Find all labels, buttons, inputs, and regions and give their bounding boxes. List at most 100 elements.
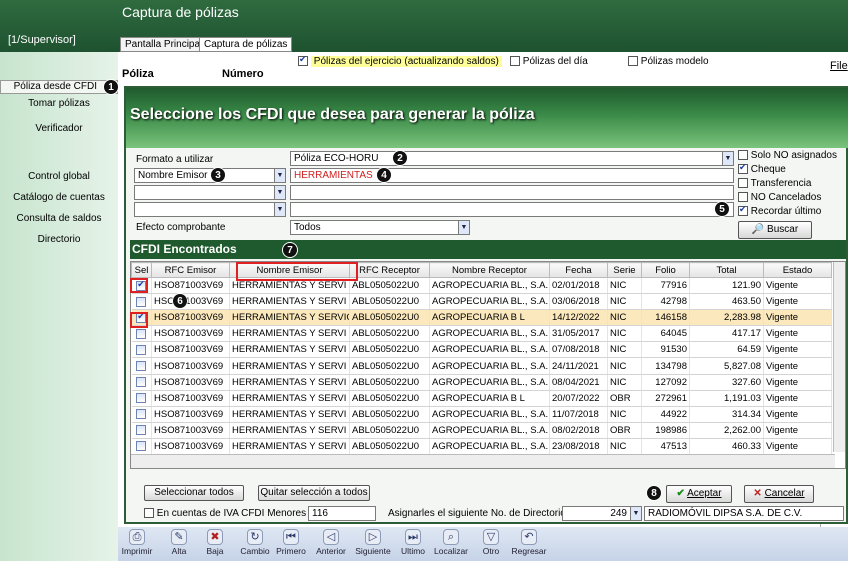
select-all-button[interactable]: Seleccionar todos bbox=[144, 485, 244, 501]
filter-dia[interactable]: Pólizas del día bbox=[510, 56, 588, 67]
dialog-header: Seleccione los CFDI que desea para gener… bbox=[126, 88, 848, 148]
table-row[interactable]: HSO871003V69HERRAMIENTAS Y SERVIABL05050… bbox=[131, 422, 832, 439]
sidebar-item-tomar-polizas[interactable]: Tomar pólizas bbox=[0, 98, 118, 109]
efecto-select[interactable]: Todos ▼ bbox=[290, 220, 470, 235]
table-row[interactable]: HSO871003V69HERRAMIENTAS Y SERVICIABL050… bbox=[131, 309, 832, 327]
iva-option[interactable]: En cuentas de IVA CFDI Menores a: bbox=[144, 508, 317, 519]
cell-nombre-receptor: AGROPECUARIA BL., S.A. bbox=[429, 357, 550, 375]
ultimo-button[interactable]: ⏭ Ultimo bbox=[394, 529, 432, 556]
aceptar-button[interactable]: ✔ Aceptar bbox=[666, 485, 732, 503]
cell-estado: Vigente bbox=[763, 438, 832, 456]
cell-folio: 44922 bbox=[641, 406, 690, 423]
cambio-button[interactable]: ↻ Cambio bbox=[236, 529, 274, 556]
filter-value-input-1[interactable]: HERRAMIENTAS bbox=[290, 168, 734, 183]
column-header-nombre-receptor[interactable]: Nombre Receptor bbox=[429, 262, 550, 278]
chevron-down-icon: ▼ bbox=[274, 186, 285, 199]
table-row[interactable]: HSO871003V69HERRAMIENTAS Y SERVIABL05050… bbox=[131, 293, 832, 311]
table-row[interactable]: HSO871003V69HERRAMIENTAS Y SERVIABL05050… bbox=[131, 390, 832, 407]
row-select-cell[interactable] bbox=[131, 293, 152, 311]
step-badge-4: 4 bbox=[376, 167, 392, 183]
filter-icon: ▽ bbox=[483, 529, 499, 545]
file-menu[interactable]: File bbox=[830, 60, 848, 72]
row-select-cell[interactable] bbox=[131, 390, 152, 407]
row-select-cell[interactable] bbox=[131, 341, 152, 359]
column-header-sel[interactable]: Sel bbox=[131, 262, 152, 278]
sidebar-item-control-global[interactable]: Control global bbox=[0, 171, 118, 182]
table-row[interactable]: HSO871003V69HERRAMIENTAS Y SERVIABL05050… bbox=[131, 374, 832, 391]
row-select-cell[interactable] bbox=[131, 406, 152, 423]
row-select-cell[interactable] bbox=[131, 438, 152, 456]
printer-icon: ⎙ bbox=[129, 529, 145, 545]
column-header-total[interactable]: Total bbox=[689, 262, 764, 278]
row-select-cell[interactable] bbox=[131, 422, 152, 439]
deselect-all-button[interactable]: Quitar selección a todos bbox=[258, 485, 370, 501]
vertical-scrollbar[interactable] bbox=[833, 262, 845, 452]
table-row[interactable]: HSO871003V69HERRAMIENTAS Y SERVIABL05050… bbox=[131, 438, 832, 456]
back-icon: ↶ bbox=[521, 529, 537, 545]
column-header-rfc-emisor[interactable]: RFC Emisor bbox=[151, 262, 230, 278]
table-row[interactable]: HSO871003V69HERRAMIENTAS Y SERVIABL05050… bbox=[131, 406, 832, 423]
app-header: Captura de pólizas [1/Supervisor] Pantal… bbox=[0, 0, 848, 52]
sidebar-item-verificador[interactable]: Verificador bbox=[0, 123, 118, 134]
filter-value-input-3[interactable] bbox=[290, 202, 734, 217]
column-header-serie[interactable]: Serie bbox=[607, 262, 642, 278]
row-select-checkbox[interactable] bbox=[136, 441, 147, 452]
cancelar-button[interactable]: ✕ Cancelar bbox=[744, 485, 814, 503]
row-select-checkbox[interactable] bbox=[136, 328, 147, 339]
cell-serie: NIC bbox=[607, 406, 642, 423]
option-no-cancelados[interactable]: NO Cancelados bbox=[738, 192, 821, 203]
localizar-button[interactable]: ⌕ Localizar bbox=[432, 529, 470, 556]
cell-total: 64.59 bbox=[689, 341, 764, 359]
filter-ejercicio[interactable]: Pólizas del ejercicio (actualizando sald… bbox=[298, 54, 502, 67]
column-header-folio[interactable]: Folio bbox=[641, 262, 690, 278]
filter-modelo[interactable]: Pólizas modelo bbox=[628, 56, 709, 67]
row-select-checkbox[interactable] bbox=[136, 409, 147, 420]
sidebar-item-catalogo[interactable]: Catálogo de cuentas bbox=[0, 192, 118, 203]
row-select-cell[interactable] bbox=[131, 325, 152, 343]
cell-serie: OBR bbox=[607, 390, 642, 407]
option-recordar-ultimo[interactable]: Recordar último bbox=[738, 204, 821, 217]
sidebar-item-poliza-cfdi[interactable]: Póliza desde CFDI bbox=[0, 80, 118, 94]
cell-nombre-receptor: AGROPECUARIA B L bbox=[429, 390, 550, 407]
buscar-button[interactable]: 🔎 Buscar bbox=[738, 221, 812, 239]
table-row[interactable]: HSO871003V69HERRAMIENTAS Y SERVIABL05050… bbox=[131, 341, 832, 359]
column-header-fecha[interactable]: Fecha bbox=[549, 262, 608, 278]
option-cheque[interactable]: Cheque bbox=[738, 162, 786, 175]
tab-main-screen[interactable]: Pantalla Principal bbox=[120, 37, 208, 52]
formato-select[interactable]: Póliza ECO-HORU ▼ bbox=[290, 151, 734, 166]
iva-threshold-input[interactable]: 116 bbox=[308, 506, 376, 521]
option-transferencia[interactable]: Transferencia bbox=[738, 178, 811, 189]
filter-value-input-2[interactable] bbox=[290, 185, 734, 200]
bottom-toolbar: ⎙ Imprimir ✎ Alta ✖ Baja ↻ Cambio ⏮ Primero ◁… bbox=[118, 527, 848, 561]
table-row[interactable]: HSO871003V69HERRAMIENTAS Y SERVIABL05050… bbox=[131, 357, 832, 375]
option-solo-no-asignados[interactable]: Solo NO asignados bbox=[738, 150, 837, 161]
row-select-checkbox[interactable] bbox=[136, 425, 147, 436]
sidebar-item-consulta-saldos[interactable]: Consulta de saldos bbox=[0, 213, 118, 224]
tab-capture[interactable]: Captura de pólizas bbox=[199, 37, 293, 52]
print-button[interactable]: ⎙ Imprimir bbox=[118, 529, 156, 556]
row-select-cell[interactable] bbox=[131, 374, 152, 391]
baja-button[interactable]: ✖ Baja bbox=[196, 529, 234, 556]
primero-button[interactable]: ⏮ Primero bbox=[272, 529, 310, 556]
regresar-button[interactable]: ↶ Regresar bbox=[510, 529, 548, 556]
row-select-checkbox[interactable] bbox=[136, 344, 147, 355]
cfdi-table: Sel RFC Emisor Nombre Emisor RFC Recepto… bbox=[131, 262, 832, 456]
column-header-estado[interactable]: Estado bbox=[763, 262, 832, 278]
row-select-checkbox[interactable] bbox=[136, 377, 147, 388]
column-header-rfc-receptor[interactable]: RFC Receptor bbox=[349, 262, 430, 278]
row-select-cell[interactable] bbox=[131, 357, 152, 375]
filter-field-select-2[interactable]: ▼ bbox=[134, 185, 286, 200]
row-select-checkbox[interactable] bbox=[136, 393, 147, 404]
siguiente-button[interactable]: ▷ Siguiente bbox=[354, 529, 392, 556]
row-select-checkbox[interactable] bbox=[136, 361, 147, 372]
filter-field-select-3[interactable]: ▼ bbox=[134, 202, 286, 217]
cell-folio: 134798 bbox=[641, 357, 690, 375]
horizontal-scrollbar[interactable] bbox=[131, 454, 835, 468]
otro-button[interactable]: ▽ Otro bbox=[472, 529, 510, 556]
anterior-button[interactable]: ◁ Anterior bbox=[312, 529, 350, 556]
sidebar-item-directorio[interactable]: Directorio bbox=[0, 234, 118, 245]
row-select-checkbox[interactable] bbox=[136, 296, 147, 307]
alta-button[interactable]: ✎ Alta bbox=[160, 529, 198, 556]
table-row[interactable]: HSO871003V69HERRAMIENTAS Y SERVIABL05050… bbox=[131, 325, 832, 343]
directorio-number-select[interactable]: 249 ▼ bbox=[562, 506, 642, 521]
